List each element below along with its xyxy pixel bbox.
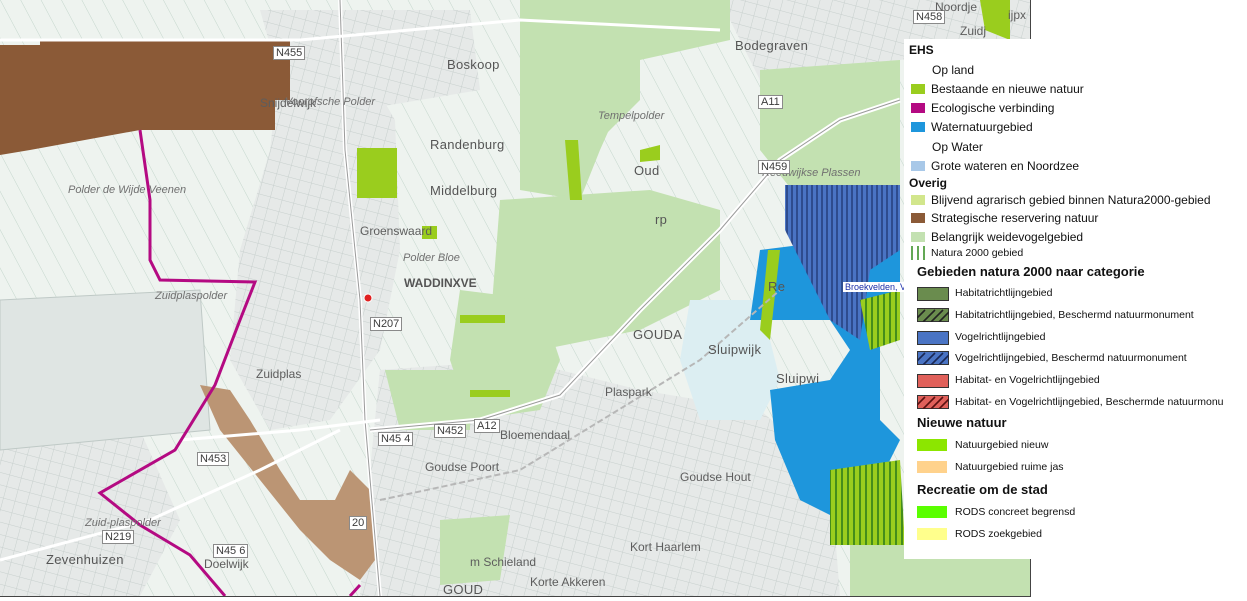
legend-swatch (911, 161, 925, 171)
legend-heading-gebieden: Gebieden natura 2000 naar categorie (917, 264, 1145, 279)
polder-label: Zuid-plaspolder (85, 517, 161, 529)
legend-item-label: Belangrijk weidevogelgebied (931, 230, 1084, 244)
legend-item-label: Waternatuurgebied (931, 120, 1033, 134)
polder-label: Polder de Wijde Veenen (68, 184, 187, 196)
place-label: Sluipwi (776, 371, 820, 386)
place-label: Zevenhuizen (46, 552, 124, 567)
legend-item-label: Habitatrichtlijngebied, Beschermd natuur… (955, 309, 1194, 321)
legend-item-label: Natura 2000 gebied (931, 247, 1024, 259)
legend-hatch-swatch (917, 351, 949, 365)
place-label: Goudse Hout (680, 470, 751, 484)
place-label: rp (655, 212, 668, 227)
bestaande-patch-4 (460, 315, 505, 323)
legend-swatch (917, 506, 947, 518)
legend-swatch (911, 122, 925, 132)
legend-heading-recreatie: Recreatie om de stad (917, 482, 1048, 497)
road-label: N455 (273, 46, 306, 60)
road-label: N219 (102, 530, 135, 544)
road-label: N45 6 (213, 544, 249, 558)
place-label: m Schieland (470, 555, 537, 569)
polder-label: Voorofsche Polder (285, 96, 376, 108)
legend-item-label: RODS concreet begrensd (955, 506, 1076, 518)
place-label: Re (768, 279, 786, 294)
place-label: Sluipwijk (708, 342, 762, 357)
legend-item-label: Habitat- en Vogelrichtlijngebied (955, 374, 1100, 386)
place-label: Oud (634, 163, 660, 178)
place-label: Kort Haarlem (630, 540, 701, 554)
place-label: Bodegraven (735, 38, 809, 53)
legend-swatch (917, 331, 949, 345)
legend-hatch-swatch (911, 246, 925, 260)
area-label: Broekvelden, V (843, 282, 909, 292)
legend-item-label: Bestaande en nieuwe natuur (931, 82, 1084, 96)
weidevogel-area-9 (440, 515, 510, 585)
legend-swatch (911, 232, 925, 242)
legend-swatch (917, 439, 947, 451)
location-marker (363, 293, 373, 303)
place-label: Noordje (935, 0, 978, 14)
place-label: Groenswaard (360, 224, 433, 238)
legend-item-label: RODS zoekgebied (955, 528, 1042, 540)
place-label: Zuidplas (256, 367, 302, 381)
place-label: Plaspark (605, 385, 652, 399)
legend-subheading: Op land (932, 63, 975, 77)
bestaande-patch-5 (470, 390, 510, 397)
place-label: Korte Akkeren (530, 575, 606, 589)
legend-swatch (911, 195, 925, 205)
legend-item-label: Grote wateren en Noordzee (931, 159, 1080, 173)
legend-item-label: Habitatrichtlijngebied (955, 287, 1053, 299)
legend-subheading: Op Water (932, 140, 983, 154)
road-label: N459 (758, 160, 791, 174)
place-label: Zuidj (960, 24, 987, 38)
place-label: ijpx (1008, 8, 1027, 22)
place-label: Doelwijk (204, 557, 249, 571)
polder-label: Zuidplaspolder (155, 290, 228, 302)
polder-label: Tempelpolder (598, 110, 665, 122)
road-label: N452 (434, 424, 467, 438)
place-label: WADDINXVE (404, 276, 477, 290)
legend-item-label: Blijvend agrarisch gebied binnen Natura2… (931, 193, 1211, 207)
legend-swatch (917, 374, 949, 388)
road-label: N45 4 (378, 432, 414, 446)
place-label: GOUD (443, 582, 484, 597)
legend-heading-overig: Overig (909, 176, 948, 190)
legend-swatch (911, 103, 925, 113)
legend-item-label: Natuurgebied nieuw (955, 439, 1049, 451)
legend-swatch (917, 461, 947, 473)
place-label: GOUDA (633, 327, 683, 342)
polder-label: Polder Bloe (403, 252, 460, 264)
legend-swatch (917, 287, 949, 301)
legend-item-label: Strategische reservering natuur (931, 211, 1099, 225)
road-label: A12 (474, 419, 500, 433)
legend-item-label: Ecologische verbinding (931, 101, 1055, 115)
road-label: N453 (197, 452, 230, 466)
legend-swatch (911, 84, 925, 94)
road-label: N207 (370, 317, 403, 331)
bestaande-patch-1 (357, 148, 397, 198)
place-label: Bloemendaal (500, 428, 571, 442)
place-label: Goudse Poort (425, 460, 500, 474)
legend-item-label: Vogelrichtlijngebied, Beschermd natuurmo… (955, 352, 1187, 364)
legend-swatch (917, 528, 947, 540)
place-label: Middelburg (430, 183, 498, 198)
legend-hatch-swatch (917, 395, 949, 409)
greenhouses (0, 289, 211, 451)
place-label: Randenburg (430, 137, 505, 152)
legend-item-label: Natuurgebied ruime jas (955, 461, 1064, 473)
legend-hatch-swatch (917, 308, 949, 322)
road-label: 20 (349, 516, 368, 530)
legend-heading-nieuwe: Nieuwe natuur (917, 415, 1007, 430)
map-legend: EHS Op land Bestaande en nieuwe natuur E… (904, 39, 1247, 559)
legend-item-label: Habitat- en Vogelrichtlijngebied, Besche… (955, 396, 1224, 408)
legend-swatch (911, 213, 925, 223)
natura-hatch-strip (830, 460, 905, 545)
legend-item-label: Vogelrichtlijngebied (955, 331, 1046, 343)
road-label: A11 (758, 95, 783, 109)
place-label: Boskoop (447, 57, 500, 72)
map-view[interactable]: Bodegraven Boskoop Randenburg Middelburg… (0, 0, 1031, 597)
legend-heading-ehs: EHS (909, 43, 934, 57)
